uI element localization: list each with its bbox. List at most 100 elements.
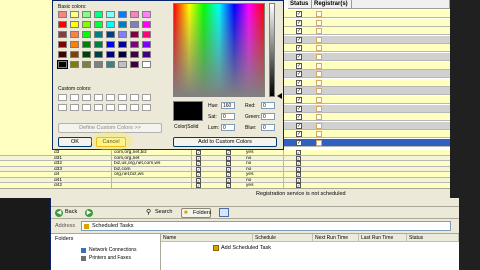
- registrar-checkbox[interactable]: [316, 140, 322, 146]
- basic-color-swatch[interactable]: [58, 41, 67, 48]
- registrar-checkbox[interactable]: [316, 11, 322, 17]
- registrar-column-header[interactable]: Registrar(s): [312, 0, 352, 9]
- basic-color-swatch[interactable]: [118, 21, 127, 28]
- row-status-checkbox[interactable]: ✓: [296, 155, 301, 161]
- basic-color-swatch[interactable]: [106, 31, 115, 38]
- basic-color-swatch[interactable]: [130, 51, 139, 58]
- basic-color-swatch[interactable]: [142, 21, 151, 28]
- row-checkbox[interactable]: ✓: [226, 166, 231, 172]
- custom-color-swatch[interactable]: [70, 104, 79, 111]
- row-checkbox[interactable]: ✓: [196, 177, 201, 183]
- custom-color-swatch[interactable]: [106, 94, 115, 101]
- status-checkbox[interactable]: ✓: [296, 36, 302, 43]
- basic-color-swatch[interactable]: [70, 61, 79, 68]
- color-spectrum[interactable]: [173, 3, 265, 97]
- basic-color-swatch[interactable]: [106, 41, 115, 48]
- column-schedule[interactable]: Schedule: [253, 234, 313, 242]
- registrar-checkbox[interactable]: [316, 54, 322, 60]
- basic-color-swatch[interactable]: [70, 21, 79, 28]
- custom-color-swatch[interactable]: [82, 104, 91, 111]
- basic-color-swatch[interactable]: [70, 41, 79, 48]
- registrar-checkbox[interactable]: [316, 62, 322, 69]
- luminance-slider[interactable]: [269, 3, 275, 97]
- views-icon[interactable]: [219, 208, 229, 217]
- custom-color-swatch[interactable]: [58, 94, 67, 101]
- registrar-checkbox[interactable]: [316, 79, 322, 86]
- basic-color-swatch[interactable]: [106, 21, 115, 28]
- basic-color-swatch[interactable]: [82, 41, 91, 48]
- custom-color-swatch[interactable]: [82, 94, 91, 101]
- status-checkbox[interactable]: ✓: [296, 114, 302, 121]
- custom-color-swatch[interactable]: [58, 104, 67, 111]
- status-checkbox[interactable]: ✓: [296, 62, 302, 69]
- basic-color-swatch[interactable]: [94, 41, 103, 48]
- status-checkbox[interactable]: ✓: [296, 140, 302, 146]
- basic-color-swatch[interactable]: [82, 11, 91, 18]
- luminance-arrow-icon[interactable]: [277, 93, 282, 99]
- custom-color-swatch[interactable]: [142, 94, 151, 101]
- column-status[interactable]: Status: [407, 234, 459, 242]
- row-checkbox[interactable]: ✓: [196, 150, 201, 155]
- basic-color-swatch[interactable]: [82, 21, 91, 28]
- basic-color-swatch[interactable]: [118, 51, 127, 58]
- registrar-checkbox[interactable]: [316, 131, 322, 138]
- tree-item-printers[interactable]: Printers and Faxes: [89, 255, 131, 261]
- basic-color-swatch[interactable]: [130, 41, 139, 48]
- address-field[interactable]: Scheduled Tasks: [81, 221, 451, 231]
- basic-color-swatch[interactable]: [94, 61, 103, 68]
- registrar-checkbox[interactable]: [316, 19, 322, 26]
- ok-button[interactable]: OK: [58, 137, 92, 147]
- basic-color-swatch[interactable]: [130, 61, 139, 68]
- column-name[interactable]: Name: [161, 234, 253, 242]
- column-last-run[interactable]: Last Run Time: [359, 234, 407, 242]
- tree-item-network[interactable]: Network Connections: [89, 247, 137, 253]
- status-checkbox[interactable]: ✓: [296, 79, 302, 86]
- row-checkbox[interactable]: ✓: [226, 177, 231, 183]
- custom-color-swatch[interactable]: [70, 94, 79, 101]
- registrar-checkbox[interactable]: [316, 105, 322, 112]
- row-checkbox[interactable]: ✓: [196, 166, 201, 172]
- custom-color-swatch[interactable]: [142, 104, 151, 111]
- row-status-checkbox[interactable]: ✓: [296, 161, 301, 166]
- status-checkbox[interactable]: ✓: [296, 131, 302, 138]
- status-column-header[interactable]: Status: [288, 0, 312, 9]
- basic-color-swatch[interactable]: [94, 21, 103, 28]
- basic-color-swatch[interactable]: [142, 11, 151, 18]
- row-status-checkbox[interactable]: ✓: [296, 150, 301, 155]
- registrar-checkbox[interactable]: [316, 97, 322, 103]
- add-scheduled-task-item[interactable]: Add Scheduled Task: [221, 245, 271, 251]
- row-checkbox[interactable]: ✓: [226, 150, 231, 155]
- status-checkbox[interactable]: ✓: [296, 97, 302, 103]
- basic-color-swatch[interactable]: [70, 11, 79, 18]
- status-checkbox[interactable]: ✓: [296, 122, 302, 129]
- custom-color-swatch[interactable]: [118, 94, 127, 101]
- basic-color-swatch[interactable]: [58, 21, 67, 28]
- column-next-run[interactable]: Next Run Time: [313, 234, 359, 242]
- basic-color-swatch[interactable]: [118, 11, 127, 18]
- forward-arrow-icon[interactable]: ▶: [85, 209, 93, 217]
- basic-color-swatch[interactable]: [142, 31, 151, 38]
- basic-color-swatch[interactable]: [130, 21, 139, 28]
- basic-color-swatch[interactable]: [82, 31, 91, 38]
- status-checkbox[interactable]: ✓: [296, 105, 302, 112]
- custom-color-swatch[interactable]: [94, 94, 103, 101]
- row-checkbox[interactable]: ✓: [196, 172, 201, 177]
- basic-color-swatch[interactable]: [58, 51, 67, 58]
- basic-color-swatch[interactable]: [70, 51, 79, 58]
- search-label[interactable]: Search: [155, 209, 172, 215]
- basic-color-swatch[interactable]: [82, 61, 91, 68]
- registrar-checkbox[interactable]: [316, 71, 322, 78]
- custom-color-swatch[interactable]: [118, 104, 127, 111]
- registrar-checkbox[interactable]: [316, 28, 322, 35]
- registrar-checkbox[interactable]: [316, 114, 322, 121]
- sat-field[interactable]: 0: [221, 113, 235, 120]
- basic-color-swatch[interactable]: [142, 61, 151, 68]
- row-status-checkbox[interactable]: ✓: [296, 177, 301, 183]
- back-label[interactable]: Back: [65, 209, 77, 215]
- row-status-checkbox[interactable]: ✓: [296, 166, 301, 172]
- basic-color-swatch[interactable]: [106, 61, 115, 68]
- registrar-checkbox[interactable]: [316, 122, 322, 129]
- registrar-checkbox[interactable]: [316, 45, 322, 52]
- status-checkbox[interactable]: ✓: [296, 88, 302, 95]
- custom-color-swatch[interactable]: [94, 104, 103, 111]
